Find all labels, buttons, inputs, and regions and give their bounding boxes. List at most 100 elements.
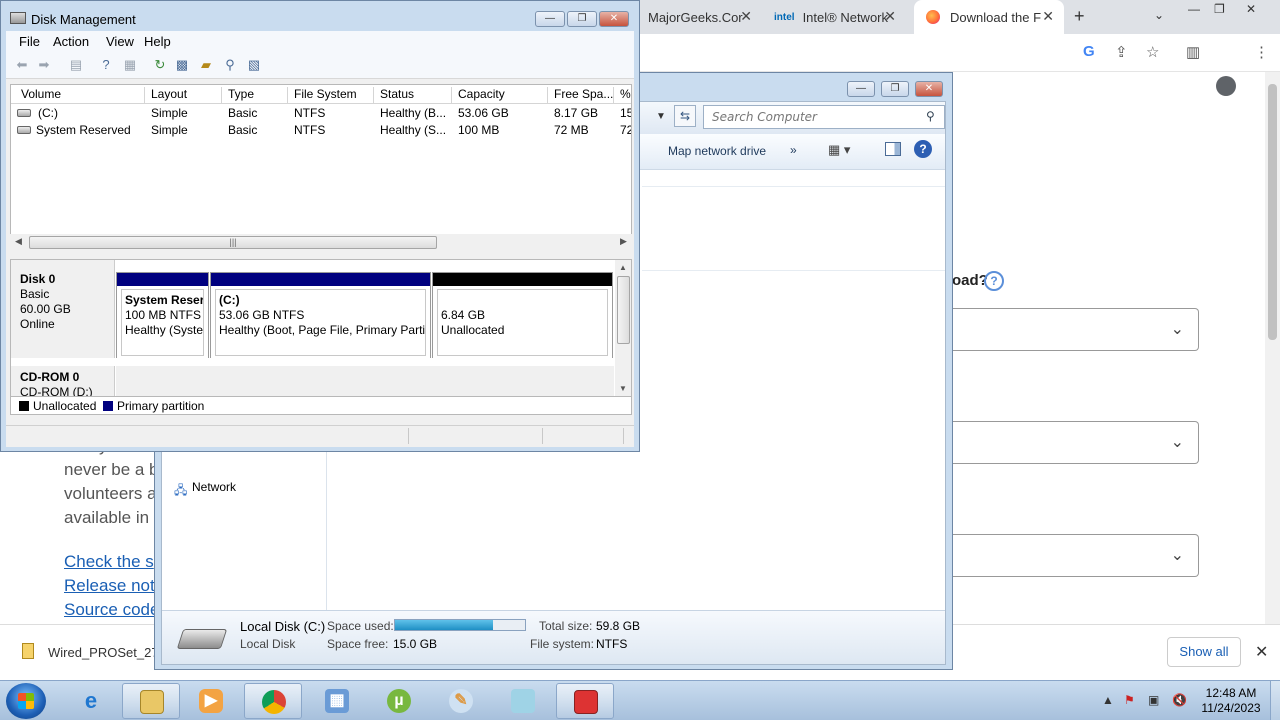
taskbar-chrome[interactable] (244, 683, 302, 719)
scrollbar-thumb[interactable] (1268, 84, 1277, 340)
help-icon[interactable]: ? (984, 271, 1004, 291)
page-link[interactable]: Release not (64, 576, 155, 596)
column-header-type[interactable]: Type (222, 87, 288, 104)
browser-tab-download[interactable]: Download the F ✕ (914, 0, 1064, 34)
restore-button[interactable]: ❐ (567, 11, 597, 27)
column-header-free-space[interactable]: Free Spa... (548, 87, 614, 104)
taskbar-control-panel[interactable]: ▦ (308, 683, 366, 719)
cdrom-0-label[interactable]: CD-ROM 0 CD-ROM (D:) (11, 366, 115, 396)
table-row[interactable]: (C:) Simple Basic NTFS Healthy (B... 53.… (11, 105, 631, 122)
refresh-icon[interactable]: ⇆ (674, 105, 696, 127)
taskbar-media-player[interactable]: ▶ (182, 683, 240, 719)
close-icon[interactable]: ✕ (740, 8, 752, 25)
column-header-capacity[interactable]: Capacity (452, 87, 548, 104)
menu-view[interactable]: View (106, 34, 134, 49)
settings-icon[interactable]: ▧ (246, 57, 262, 73)
help-icon[interactable]: ? (98, 57, 114, 73)
restore-icon[interactable]: ❐ (1214, 2, 1225, 16)
taskbar-explorer[interactable] (122, 683, 180, 719)
scroll-right-icon[interactable]: ▶ (620, 236, 627, 247)
partition-c[interactable]: (C:) 53.06 GB NTFS Healthy (Boot, Page F… (210, 272, 431, 359)
google-icon[interactable]: G (1083, 43, 1095, 60)
close-icon[interactable]: ✕ (1255, 642, 1268, 662)
scrollbar-thumb[interactable] (617, 276, 630, 344)
action-center-icon[interactable]: ⚑ (1124, 693, 1135, 707)
start-button[interactable] (6, 683, 46, 719)
download-item[interactable]: Wired_PROSet_27. (48, 645, 162, 660)
close-icon[interactable]: ✕ (1042, 8, 1054, 25)
scroll-down-icon[interactable]: ▼ (619, 384, 627, 393)
back-icon[interactable]: ⬅ (14, 57, 30, 73)
column-header-file-system[interactable]: File System (288, 87, 374, 104)
system-clock[interactable]: 12:48 AM 11/24/2023 (1196, 686, 1266, 716)
search-icon[interactable]: ⚲ (222, 57, 238, 73)
browser-tab-intel[interactable]: intel Intel® Network ✕ (766, 0, 906, 34)
star-icon[interactable]: ☆ (1146, 43, 1159, 61)
new-tab-icon[interactable]: + (1074, 6, 1085, 27)
network-status-icon[interactable]: ▣ (1148, 693, 1159, 707)
taskbar-utorrent[interactable]: µ (370, 683, 428, 719)
rescan-disks-icon[interactable]: ▩ (174, 57, 190, 73)
page-dropdown[interactable]: ⌄ (944, 308, 1199, 351)
menu-file[interactable]: File (19, 34, 40, 49)
taskbar-computer-management[interactable] (556, 683, 614, 719)
vertical-scrollbar[interactable]: ▲ ▼ (615, 260, 631, 396)
page-link[interactable]: Source code (64, 600, 159, 620)
console-tree-icon[interactable]: ▤ (68, 57, 84, 73)
close-icon[interactable]: ✕ (1246, 2, 1256, 16)
cdrom-area[interactable] (116, 366, 614, 396)
more-commands-button[interactable]: » (790, 143, 797, 157)
minimize-button[interactable]: — (847, 81, 875, 97)
share-icon[interactable]: ⇪ (1115, 43, 1128, 61)
open-folder-icon[interactable]: ▰ (198, 57, 214, 73)
partition-unallocated[interactable]: 6.84 GB Unallocated (432, 272, 613, 359)
side-panel-icon[interactable]: ▥ (1186, 43, 1200, 61)
close-icon[interactable]: ✕ (884, 8, 896, 25)
column-header-volume[interactable]: Volume (11, 87, 145, 104)
chevron-down-icon[interactable]: ⌄ (1154, 8, 1164, 22)
forward-icon[interactable]: ➡ (36, 57, 52, 73)
help-icon[interactable]: ? (914, 140, 932, 158)
refresh-icon[interactable]: ↻ (152, 57, 168, 73)
disk-0-label[interactable]: Disk 0 Basic 60.00 GB Online (11, 260, 115, 358)
preview-pane-icon[interactable] (885, 142, 901, 156)
column-header-status[interactable]: Status (374, 87, 452, 104)
nav-item-network[interactable]: Network (192, 480, 236, 494)
page-dropdown[interactable]: ⌄ (944, 534, 1199, 577)
menu-icon[interactable]: ⋮ (1254, 43, 1269, 61)
close-button[interactable]: ✕ (599, 11, 629, 27)
restore-button[interactable]: ❐ (881, 81, 909, 97)
taskbar-paint[interactable]: ✎ (432, 683, 490, 719)
scrollbar-thumb[interactable]: ||| (29, 236, 437, 249)
tab-label: Intel® Network (802, 9, 889, 25)
close-button[interactable]: ✕ (915, 81, 943, 97)
taskbar-app[interactable] (494, 683, 552, 719)
partition-system-reserved[interactable]: System Reser 100 MB NTFS Healthy (Syster (116, 272, 209, 359)
show-hidden-icons-icon[interactable]: ▲ (1102, 693, 1114, 707)
table-row[interactable]: System Reserved Simple Basic NTFS Health… (11, 122, 631, 139)
minimize-icon[interactable]: — (1188, 2, 1200, 16)
horizontal-scrollbar[interactable]: ◀ ||| ▶ (10, 234, 632, 251)
page-scrollbar[interactable] (1265, 72, 1280, 624)
show-all-button[interactable]: Show all (1167, 637, 1241, 667)
search-icon[interactable]: ⚲ (926, 109, 935, 123)
taskbar-internet-explorer[interactable]: e (62, 683, 120, 719)
scroll-up-icon[interactable]: ▲ (619, 263, 627, 272)
dropdown-arrow-icon[interactable]: ▼ (656, 111, 666, 122)
map-network-drive-button[interactable]: Map network drive (668, 144, 766, 158)
column-header-percent-free[interactable]: % F (614, 87, 631, 104)
volume-muted-icon[interactable]: 🔇 (1172, 693, 1187, 707)
page-dropdown[interactable]: ⌄ (944, 421, 1199, 464)
minimize-button[interactable]: — (535, 11, 565, 27)
search-input[interactable]: Search Computer (703, 105, 945, 129)
page-link[interactable]: Check the s (64, 552, 154, 572)
views-icon[interactable]: ▦ ▾ (828, 142, 850, 158)
scroll-left-icon[interactable]: ◀ (15, 236, 22, 247)
properties-icon[interactable]: ▦ (122, 57, 138, 73)
column-header-layout[interactable]: Layout (145, 87, 222, 104)
cell-layout: Simple (151, 106, 188, 120)
show-desktop-button[interactable] (1270, 681, 1280, 720)
menu-action[interactable]: Action (53, 34, 89, 49)
browser-tab-majorgeeks[interactable]: MajorGeeks.Cor ✕ (640, 0, 762, 34)
menu-help[interactable]: Help (144, 34, 171, 49)
